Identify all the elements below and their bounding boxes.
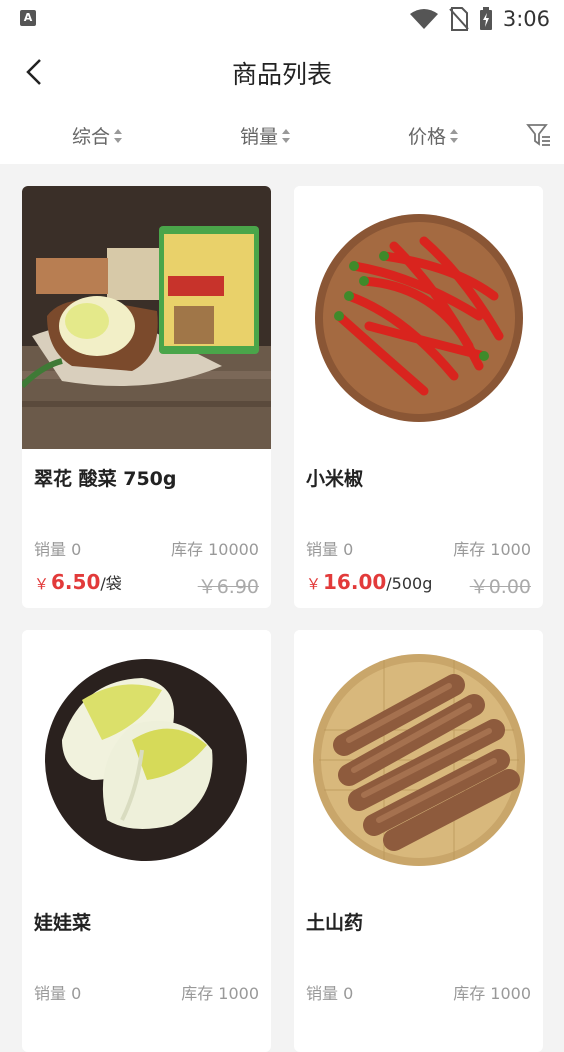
clock: 3:06 (502, 7, 550, 31)
no-sim-icon (449, 7, 469, 31)
sort-arrows-icon (450, 128, 459, 143)
product-grid: 翠花 酸菜 750g 销量 0 库存 10000 ￥ 6.50 /袋 ￥6.90 (0, 164, 564, 1052)
app-notification-icon: A (20, 10, 36, 26)
original-price: ￥6.90 (197, 576, 259, 598)
wifi-icon (409, 9, 438, 29)
price: ￥ 6.50 /袋 (34, 570, 122, 594)
sales-count: 销量 0 (306, 984, 354, 1003)
battery-charging-icon (479, 7, 492, 30)
navigation-bar: 商品列表 (0, 38, 564, 108)
sales-count: 销量 0 (34, 984, 82, 1003)
stock-count: 库存 1000 (181, 984, 259, 1003)
product-card[interactable]: 土山药 销量 0 库存 1000 (294, 630, 543, 1052)
sort-price[interactable]: 价格 (408, 122, 459, 149)
product-image (22, 186, 271, 449)
stock-count: 库存 10000 (171, 540, 259, 559)
price: ￥ 16.00 /500g (306, 570, 432, 594)
page-title: 商品列表 (231, 60, 332, 89)
product-name: 小米椒 (306, 468, 364, 490)
currency-symbol: ￥ (306, 575, 322, 593)
product-name: 翠花 酸菜 750g (34, 468, 177, 490)
filter-button[interactable] (526, 122, 552, 148)
sort-sales[interactable]: 销量 (240, 122, 291, 149)
currency-symbol: ￥ (34, 575, 50, 593)
price-unit: /袋 (100, 574, 122, 593)
sort-comprehensive[interactable]: 综合 (72, 122, 123, 149)
price-value: 16.00 (323, 570, 387, 594)
sort-label: 价格 (408, 126, 447, 148)
product-image (22, 630, 271, 893)
product-name: 娃娃菜 (34, 912, 92, 934)
product-card[interactable]: 翠花 酸菜 750g 销量 0 库存 10000 ￥ 6.50 /袋 ￥6.90 (22, 186, 271, 608)
product-image (294, 630, 543, 893)
stock-count: 库存 1000 (453, 984, 531, 1003)
sales-count: 销量 0 (34, 540, 82, 559)
product-name: 土山药 (306, 912, 364, 934)
price-value: 6.50 (51, 570, 101, 594)
sort-label: 综合 (72, 126, 111, 148)
sales-count: 销量 0 (306, 540, 354, 559)
stock-count: 库存 1000 (453, 540, 531, 559)
status-bar: A 3:06 (0, 0, 564, 38)
sort-arrows-icon (114, 128, 123, 143)
sort-bar: 综合 销量 价格 (0, 108, 564, 164)
product-card[interactable]: 娃娃菜 销量 0 库存 1000 (22, 630, 271, 1052)
filter-icon (526, 124, 550, 146)
sort-arrows-icon (282, 128, 291, 143)
sort-label: 销量 (240, 126, 279, 148)
product-card[interactable]: 小米椒 销量 0 库存 1000 ￥ 16.00 /500g ￥0.00 (294, 186, 543, 608)
price-unit: /500g (386, 574, 433, 593)
original-price: ￥0.00 (469, 576, 531, 598)
product-image (294, 186, 543, 449)
